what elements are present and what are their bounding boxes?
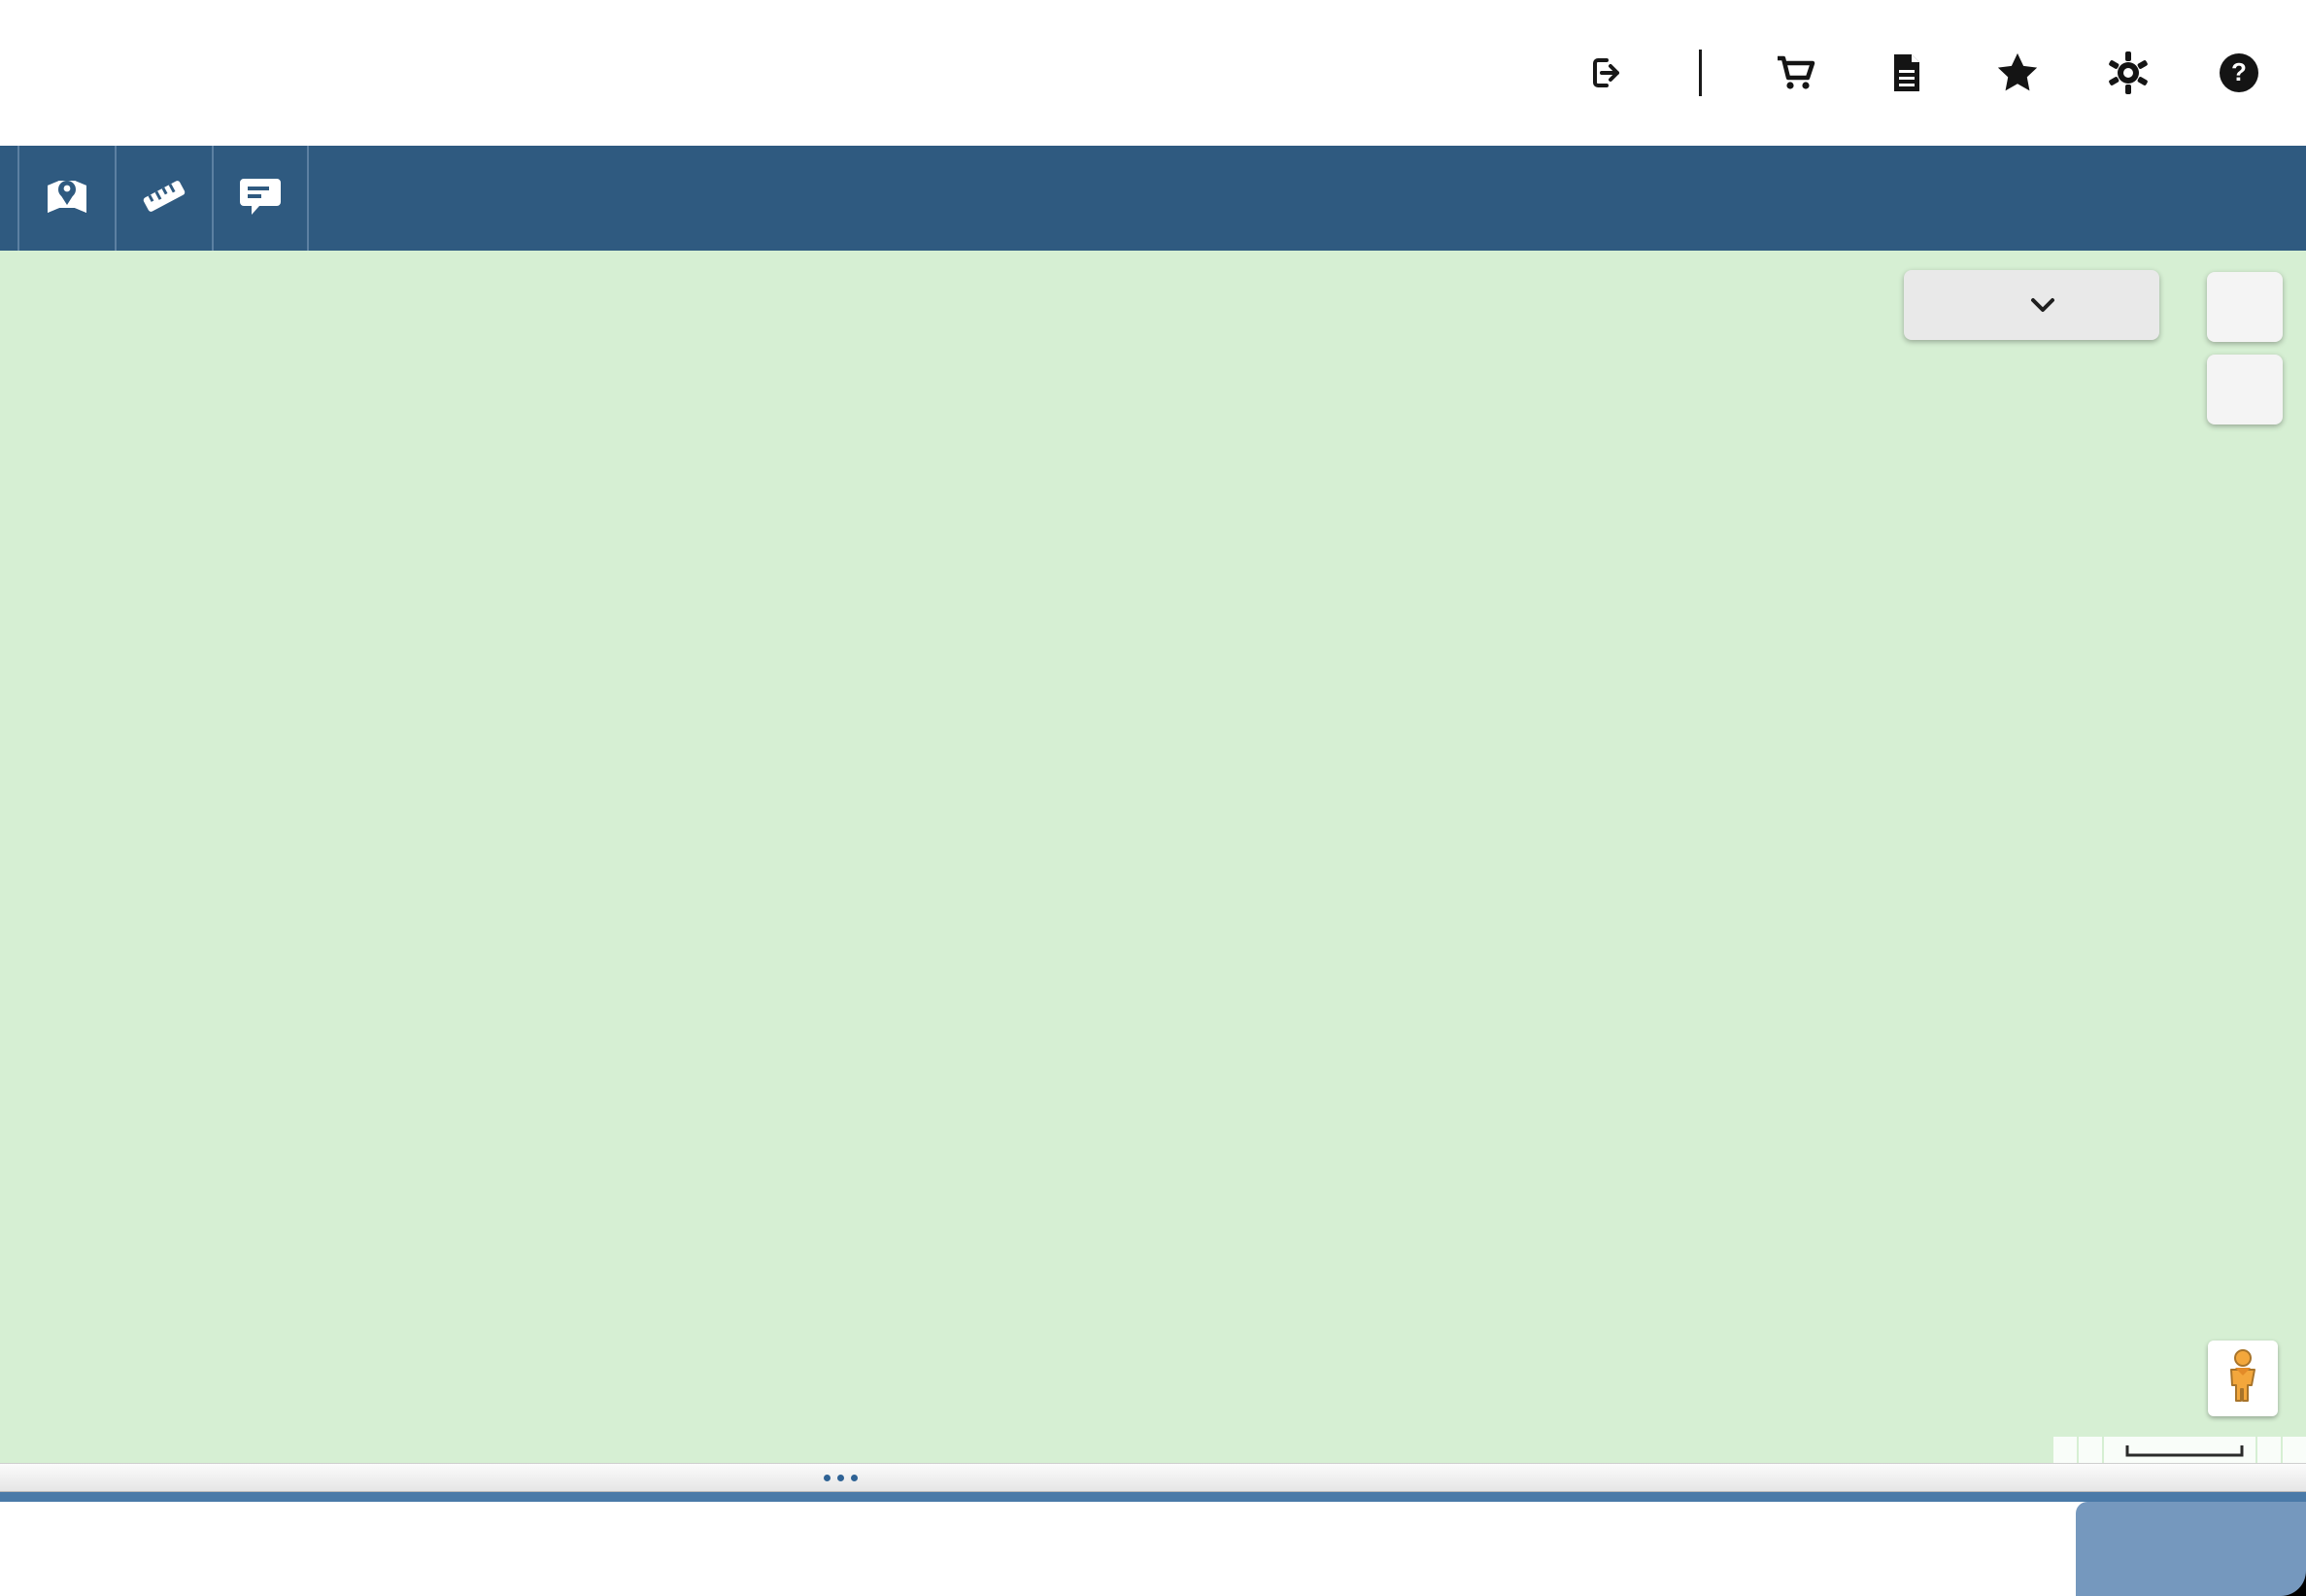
comment-tool-icon bbox=[238, 175, 283, 222]
map-tool-button[interactable] bbox=[17, 146, 115, 251]
panel-accent-bar bbox=[0, 1492, 2306, 1502]
header-divider bbox=[1699, 50, 1702, 96]
cart-icon[interactable] bbox=[1774, 51, 1818, 95]
map-style-dropdown[interactable] bbox=[1904, 270, 2159, 340]
top-header: ? bbox=[0, 0, 2306, 146]
user-menu[interactable] bbox=[1567, 51, 1627, 95]
scale-bar bbox=[2125, 1443, 2244, 1458]
measure-tool-button[interactable] bbox=[115, 146, 212, 251]
app-window: ? bbox=[0, 0, 2306, 1596]
terrain-map bbox=[0, 251, 2306, 1463]
panel-resize-handle[interactable] bbox=[0, 1463, 2306, 1492]
chevron-down-icon bbox=[2030, 297, 2055, 313]
zoom-in-button[interactable] bbox=[2207, 272, 2283, 342]
zoom-out-button[interactable] bbox=[2207, 355, 2283, 424]
logout-icon[interactable] bbox=[1582, 51, 1627, 95]
bottom-panel bbox=[0, 1502, 2306, 1596]
map-toolbar bbox=[0, 146, 2306, 251]
reports-button[interactable] bbox=[2076, 1502, 2306, 1596]
help-icon[interactable]: ? bbox=[2217, 51, 2261, 95]
pegman-icon bbox=[2221, 1348, 2264, 1409]
main-nav bbox=[47, 0, 107, 146]
document-icon[interactable] bbox=[1884, 51, 1929, 95]
pegman-streetview-button[interactable] bbox=[2208, 1341, 2278, 1416]
map-attribution bbox=[2053, 1437, 2306, 1463]
drag-handle-dots-icon bbox=[824, 1475, 858, 1481]
ruler-tool-icon bbox=[140, 175, 188, 222]
comment-tool-button[interactable] bbox=[212, 146, 309, 251]
star-icon[interactable] bbox=[1995, 51, 2040, 95]
map-tool-icon bbox=[45, 176, 89, 221]
svg-text:?: ? bbox=[2231, 57, 2247, 86]
map-canvas[interactable] bbox=[0, 251, 2306, 1463]
gear-icon[interactable] bbox=[2106, 51, 2151, 95]
